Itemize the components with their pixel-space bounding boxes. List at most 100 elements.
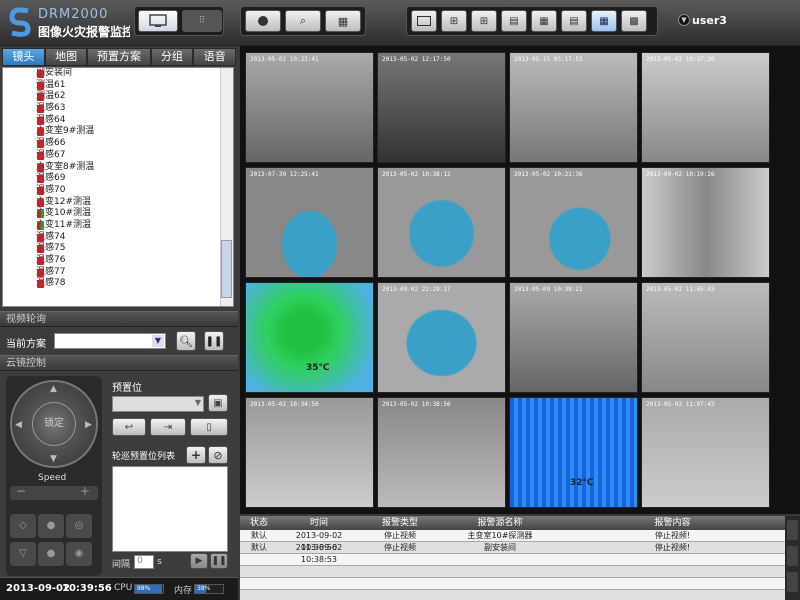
record-button[interactable]: [245, 10, 281, 32]
tree-item[interactable]: 副安装间: [3, 68, 233, 80]
col-time[interactable]: 时间: [278, 516, 360, 530]
video-cell[interactable]: 2013-05-09 10:39:21: [509, 282, 638, 393]
layout-16-button[interactable]: ▦: [591, 10, 617, 32]
alarm-row[interactable]: [240, 566, 785, 578]
video-cell[interactable]: 2013-09-02 22:29:17: [377, 282, 506, 393]
layout-10-button[interactable]: ▤: [561, 10, 587, 32]
tree-item[interactable]: 温感76: [3, 255, 233, 267]
monitor-view-button[interactable]: [138, 10, 178, 32]
user-menu-icon[interactable]: ▼: [678, 14, 690, 26]
tree-item[interactable]: 主变11#测温: [3, 220, 233, 232]
layout-4-button[interactable]: ⊞: [441, 10, 467, 32]
tree-item[interactable]: 温感69: [3, 173, 233, 185]
tree-item[interactable]: 温感78: [3, 278, 233, 290]
tree-item[interactable]: 温感67: [3, 150, 233, 162]
col-status[interactable]: 状态: [240, 516, 278, 530]
alarm-row[interactable]: 默认 2013-09-02 10:38:56 停止视频 主变室10#探测器 停止视频!: [240, 530, 785, 552]
layout-6-button[interactable]: ⊞: [471, 10, 497, 32]
patrol-search-button[interactable]: 🔍︎: [176, 331, 196, 351]
alarm-row[interactable]: 默认 2013-09-02 10:38:53 停止视频 副安装间 停止视频!: [240, 542, 785, 564]
interval-input[interactable]: 0: [134, 555, 154, 569]
video-cell[interactable]: 2013-05-02 11:05:43: [641, 282, 770, 393]
plus-icon[interactable]: +: [80, 484, 90, 498]
alarm-row[interactable]: [240, 554, 785, 566]
video-cell[interactable]: 2013-05-02 10:38:56: [377, 397, 506, 508]
video-cell[interactable]: 2013-05-02 10:21:36: [509, 167, 638, 278]
layout-1-button[interactable]: [411, 10, 437, 32]
iris-close-button[interactable]: ◉: [66, 542, 92, 566]
focus-near-button[interactable]: ●: [38, 542, 64, 566]
arrow-down-icon[interactable]: ▼: [50, 454, 57, 464]
video-cell[interactable]: 2013-05-02 10:34:50: [245, 397, 374, 508]
preset-save-button[interactable]: ▣: [208, 394, 228, 412]
tab-presets[interactable]: 预置方案: [87, 48, 151, 66]
zoom-tele-button[interactable]: ▽: [10, 542, 36, 566]
video-cell[interactable]: 32℃: [509, 397, 638, 508]
tree-item[interactable]: 温感77: [3, 267, 233, 279]
grid-view-button[interactable]: ⠿: [182, 10, 222, 32]
preset-list-clear-button[interactable]: ⊘: [208, 446, 228, 464]
tree-item[interactable]: 温感63: [3, 103, 233, 115]
tree-item[interactable]: 主变12#测温: [3, 197, 233, 209]
tree-item[interactable]: 温感64: [3, 115, 233, 127]
alarm-side-button-2[interactable]: [787, 546, 798, 566]
cpu-value: 98%: [137, 585, 151, 592]
playback-search-button[interactable]: ⌕: [285, 10, 321, 32]
patrol-stop-button[interactable]: ❚❚: [210, 553, 228, 569]
video-cell[interactable]: 2013-05-02 10:37:30: [641, 52, 770, 163]
arrow-left-icon[interactable]: ◀: [15, 420, 22, 430]
tab-map[interactable]: 地图: [44, 48, 88, 66]
col-source[interactable]: 报警源名称: [440, 516, 560, 530]
patrol-pause-button[interactable]: ❚❚: [204, 331, 224, 351]
arrow-right-icon[interactable]: ▶: [85, 420, 92, 430]
tree-item[interactable]: 温感75: [3, 243, 233, 255]
preset-list[interactable]: [112, 466, 228, 552]
layout-25-button[interactable]: ▩: [621, 10, 647, 32]
speed-slider[interactable]: − +: [10, 484, 98, 500]
alarm-cell: [278, 566, 360, 577]
preset-select[interactable]: ▼: [112, 396, 204, 412]
arrow-up-icon[interactable]: ▲: [50, 384, 57, 394]
preset-delete-button[interactable]: ▯: [190, 418, 228, 436]
video-cell[interactable]: 35℃: [245, 282, 374, 393]
preset-next-button[interactable]: ⇥: [150, 418, 186, 436]
tree-item[interactable]: 主变室8#测温: [3, 162, 233, 174]
alarm-side-button-3[interactable]: [787, 572, 798, 592]
tree-item[interactable]: 温感70: [3, 185, 233, 197]
patrol-play-button[interactable]: ▶: [190, 553, 208, 569]
tree-item[interactable]: 测温62: [3, 91, 233, 103]
ptz-joystick[interactable]: ▲ ▼ ◀ ▶ 锁定: [10, 380, 98, 468]
video-cell[interactable]: 2013-05-02 11:07:43: [641, 397, 770, 508]
col-alarm-type[interactable]: 报警类型: [360, 516, 440, 530]
tab-groups[interactable]: 分组: [150, 48, 194, 66]
tab-lens[interactable]: 镜头: [2, 48, 45, 66]
ptz-lock-button[interactable]: 锁定: [32, 402, 76, 446]
tree-item[interactable]: 温感74: [3, 232, 233, 244]
tree-item[interactable]: 温感66: [3, 138, 233, 150]
iris-button[interactable]: ◎: [66, 514, 92, 538]
layout-9-button[interactable]: ▦: [531, 10, 557, 32]
zoom-wide-button[interactable]: ◇: [10, 514, 36, 538]
col-content[interactable]: 报警内容: [560, 516, 785, 530]
tree-item[interactable]: 主变室9#测温: [3, 126, 233, 138]
preset-list-add-button[interactable]: +: [186, 446, 206, 464]
username[interactable]: user3: [692, 14, 727, 27]
video-cell[interactable]: 2013-05-02 10:38:12: [377, 167, 506, 278]
video-cell[interactable]: 2013-05-02 10:23:41: [245, 52, 374, 163]
video-cell[interactable]: 2013-09-02 10:19:26: [641, 167, 770, 278]
layout-8-button[interactable]: ▤: [501, 10, 527, 32]
patrol-select[interactable]: ▼: [54, 333, 166, 349]
alarm-side-button-1[interactable]: [787, 520, 798, 540]
tree-scroll-thumb[interactable]: [221, 240, 232, 298]
alarm-row[interactable]: [240, 578, 785, 590]
layout-config-button[interactable]: ▦: [325, 10, 361, 32]
video-cell[interactable]: 2013-07-30 12:25:41: [245, 167, 374, 278]
tab-voice[interactable]: 语音: [193, 48, 237, 66]
tree-item[interactable]: 主变10#测温: [3, 208, 233, 220]
focus-button[interactable]: ●: [38, 514, 64, 538]
preset-goto-button[interactable]: ↩: [112, 418, 146, 436]
video-cell[interactable]: 2013-05-02 12:17:50: [377, 52, 506, 163]
video-cell[interactable]: 2013-05-15 03:17:53: [509, 52, 638, 163]
minus-icon[interactable]: −: [16, 484, 26, 498]
tree-item[interactable]: 测温61: [3, 80, 233, 92]
